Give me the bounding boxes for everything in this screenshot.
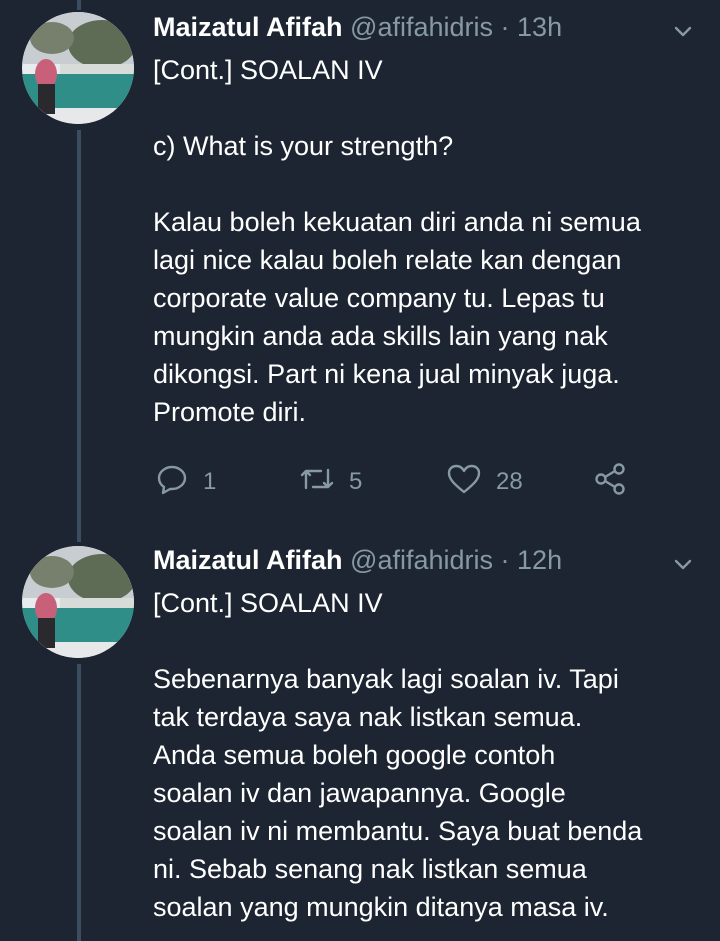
timeline: Maizatul Afifah @afifahidris · 13h [Cont…: [0, 0, 720, 941]
text-line: [Cont.] SOALAN IV: [153, 588, 383, 618]
author-name[interactable]: Maizatul Afifah: [153, 545, 343, 575]
tweet-paragraph: Kalau boleh kekuatan diri anda ni semua …: [153, 203, 713, 431]
text-line: ni. Sebab senang nak listkan semua: [153, 854, 587, 884]
text-line: soalan iv dan jawapannya. Google: [153, 778, 566, 808]
text-line: Sebenarnya banyak lagi soalan iv. Tapi: [153, 664, 619, 694]
thread-line: [77, 0, 81, 10]
retweet-icon: [299, 462, 335, 503]
meta-separator: ·: [500, 545, 510, 575]
tweet-header: Maizatul Afifah @afifahidris · 13h: [153, 10, 720, 50]
text-line: [Cont.] SOALAN IV: [153, 55, 383, 85]
text-line: Anda semua boleh google contoh: [153, 740, 556, 770]
share-icon: [593, 462, 627, 503]
chevron-down-icon[interactable]: [672, 549, 694, 583]
tweet-timestamp[interactable]: 13h: [517, 12, 562, 42]
meta-separator: ·: [500, 12, 510, 42]
reply-icon: [155, 462, 189, 503]
author-handle[interactable]: @afifahidris: [350, 545, 493, 575]
author-name[interactable]: Maizatul Afifah: [153, 12, 343, 42]
tweet-actions: 1 5 28: [153, 462, 713, 502]
chevron-down-icon[interactable]: [672, 16, 694, 50]
thread-line: [77, 130, 81, 542]
thread-line: [77, 664, 81, 941]
tweet-text: [Cont.] SOALAN IV Sebenarnya banyak lagi…: [153, 584, 713, 926]
tweet-paragraph: [Cont.] SOALAN IV: [153, 51, 713, 89]
text-line: Promote diri.: [153, 397, 307, 427]
like-button[interactable]: 28: [446, 462, 523, 502]
tweet-paragraph: [Cont.] SOALAN IV: [153, 584, 713, 622]
tweet-text: [Cont.] SOALAN IV c) What is your streng…: [153, 51, 713, 431]
text-line: tak terdaya saya nak listkan semua.: [153, 702, 583, 732]
text-line: soalan yang mungkin ditanya masa iv.: [153, 892, 609, 922]
avatar-photo: [22, 12, 134, 124]
retweet-button[interactable]: 5: [299, 462, 362, 502]
text-line: dikongsi. Part ni kena jual minyak juga.: [153, 359, 620, 389]
tweet-header: Maizatul Afifah @afifahidris · 12h: [153, 543, 720, 583]
author-handle[interactable]: @afifahidris: [350, 12, 493, 42]
text-line: lagi nice kalau boleh relate kan dengan: [153, 245, 622, 275]
heart-icon: [446, 462, 482, 503]
retweet-count: 5: [349, 468, 363, 495]
tweet-paragraph: c) What is your strength?: [153, 127, 713, 165]
avatar[interactable]: [22, 546, 134, 658]
tweet-paragraph: Sebenarnya banyak lagi soalan iv. Tapi t…: [153, 660, 713, 926]
text-line: soalan iv ni membantu. Saya buat benda: [153, 816, 643, 846]
share-button[interactable]: [593, 462, 627, 502]
tweet-timestamp[interactable]: 12h: [517, 545, 562, 575]
text-line: mungkin anda ada skills lain yang nak: [153, 321, 608, 351]
text-line: Kalau boleh kekuatan diri anda ni semua: [153, 207, 641, 237]
avatar[interactable]: [22, 12, 134, 124]
reply-button[interactable]: 1: [155, 462, 216, 502]
text-line: corporate value company tu. Lepas tu: [153, 283, 605, 313]
avatar-photo: [22, 546, 134, 658]
text-line: c) What is your strength?: [153, 131, 454, 161]
reply-count: 1: [203, 468, 217, 495]
like-count: 28: [496, 468, 523, 495]
